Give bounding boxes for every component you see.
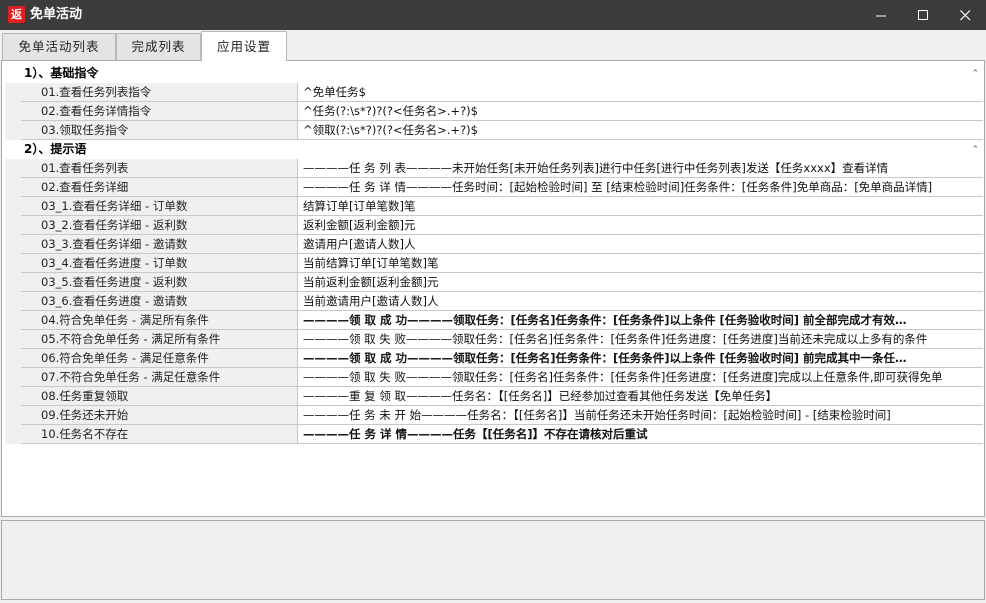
property-name[interactable]: 07.不符合免单任务 - 满足任意条件 xyxy=(21,368,298,387)
property-row[interactable]: 06.符合免单任务 - 满足任意条件 ————领 取 成 功————领取任务：[任… xyxy=(5,349,983,368)
row-gutter xyxy=(5,254,21,273)
property-row[interactable]: 03_4.查看任务进度 - 订单数 当前结算订单[订单笔数]笔 xyxy=(5,254,983,273)
property-row[interactable]: 03_3.查看任务详细 - 邀请数 邀请用户[邀请人数]人 xyxy=(5,235,983,254)
row-gutter xyxy=(5,83,21,102)
property-row[interactable]: 03_2.查看任务详细 - 返利数 返利金额[返利金额]元 xyxy=(5,216,983,235)
tab-strip: 免单活动列表 完成列表 应用设置 xyxy=(0,30,986,61)
property-value[interactable]: 结算订单[订单笔数]笔 xyxy=(298,197,983,216)
property-name[interactable]: 10.任务名不存在 xyxy=(21,425,298,444)
property-name[interactable]: 05.不符合免单任务 - 满足所有条件 xyxy=(21,330,298,349)
property-name[interactable]: 09.任务还未开始 xyxy=(21,406,298,425)
property-row[interactable]: 03_5.查看任务进度 - 返利数 当前返利金额[返利金额]元 xyxy=(5,273,983,292)
property-value[interactable]: ————领 取 失 败————领取任务：[任务名]任务条件：[任务条件]任务进度… xyxy=(298,330,983,349)
tab-activity-list[interactable]: 免单活动列表 xyxy=(2,33,116,60)
property-value[interactable]: ————任 务 列 表————未开始任务[未开始任务列表]进行中任务[进行中任务… xyxy=(298,159,983,178)
property-name[interactable]: 03_5.查看任务进度 - 返利数 xyxy=(21,273,298,292)
close-icon xyxy=(959,9,970,20)
property-row[interactable]: 04.符合免单任务 - 满足所有条件 ————领 取 成 功————领取任务：[任… xyxy=(5,311,983,330)
property-value[interactable]: ^领取(?:\s*?)?(?<任务名>.+?)$ xyxy=(298,121,983,140)
category-title: 1）、基础指令 xyxy=(24,66,99,80)
row-gutter xyxy=(5,235,21,254)
property-name[interactable]: 03_1.查看任务详细 - 订单数 xyxy=(21,197,298,216)
row-gutter xyxy=(5,330,21,349)
property-name[interactable]: 04.符合免单任务 - 满足所有条件 xyxy=(21,311,298,330)
row-gutter xyxy=(5,368,21,387)
property-value[interactable]: ^免单任务$ xyxy=(298,83,983,102)
property-value[interactable]: ^任务(?:\s*?)?(?<任务名>.+?)$ xyxy=(298,102,983,121)
property-grid-panel[interactable]: 1）、基础指令 ⌃ 01.查看任务列表指令 ^免单任务$ 02.查看任务详情指令 ^任务(… xyxy=(1,60,985,517)
row-gutter xyxy=(5,197,21,216)
row-gutter xyxy=(5,273,21,292)
property-name[interactable]: 02.查看任务详情指令 xyxy=(21,102,298,121)
property-row[interactable]: 09.任务还未开始 ————任 务 未 开 始————任务名：【[任务名]】当前任… xyxy=(5,406,983,425)
app-icon: 返 xyxy=(8,6,25,23)
maximize-icon xyxy=(917,9,928,20)
property-value[interactable]: ————任 务 详 情————任务【[任务名]】不存在请核对后重试 xyxy=(298,425,983,444)
property-value[interactable]: 返利金额[返利金额]元 xyxy=(298,216,983,235)
row-gutter xyxy=(5,387,21,406)
row-gutter xyxy=(5,292,21,311)
row-gutter xyxy=(5,216,21,235)
row-gutter xyxy=(5,311,21,330)
property-value[interactable]: ————领 取 成 功————领取任务：[任务名]任务条件：[任务条件]以上条件… xyxy=(298,311,983,330)
property-value[interactable]: ————领 取 成 功————领取任务：[任务名]任务条件：[任务条件]以上条件… xyxy=(298,349,983,368)
property-row[interactable]: 03_6.查看任务进度 - 邀请数 当前邀请用户[邀请人数]人 xyxy=(5,292,983,311)
property-value[interactable]: ————任 务 详 情————任务时间：[起始检验时间] 至 [结束检验时间]任… xyxy=(298,178,983,197)
property-name[interactable]: 08.任务重复领取 xyxy=(21,387,298,406)
property-row[interactable]: 08.任务重复领取 ————重 复 领 取————任务名：【[任务名]】已经参加过… xyxy=(5,387,983,406)
property-row[interactable]: 10.任务名不存在 ————任 务 详 情————任务【[任务名]】不存在请核对后… xyxy=(5,425,983,444)
property-row[interactable]: 02.查看任务详细 ————任 务 详 情————任务时间：[起始检验时间] 至 … xyxy=(5,178,983,197)
property-row[interactable]: 03.领取任务指令 ^领取(?:\s*?)?(?<任务名>.+?)$ xyxy=(5,121,983,140)
property-value[interactable]: 当前结算订单[订单笔数]笔 xyxy=(298,254,983,273)
row-gutter xyxy=(5,425,21,444)
category-header[interactable]: 2）、提示语 ⌃ xyxy=(5,140,983,159)
property-name[interactable]: 03_4.查看任务进度 - 订单数 xyxy=(21,254,298,273)
row-gutter xyxy=(5,349,21,368)
property-value[interactable]: ————领 取 失 败————领取任务：[任务名]任务条件：[任务条件]任务进度… xyxy=(298,368,983,387)
category-title: 2）、提示语 xyxy=(24,142,87,156)
property-value[interactable]: ————任 务 未 开 始————任务名：【[任务名]】当前任务还未开始任务时间… xyxy=(298,406,983,425)
row-gutter xyxy=(5,178,21,197)
collapse-icon[interactable]: ⌃ xyxy=(971,65,979,84)
property-grid: 1）、基础指令 ⌃ 01.查看任务列表指令 ^免单任务$ 02.查看任务详情指令 ^任务(… xyxy=(5,64,983,444)
close-button[interactable] xyxy=(944,0,986,30)
row-gutter xyxy=(5,159,21,178)
property-row[interactable]: 05.不符合免单任务 - 满足所有条件 ————领 取 失 败————领取任务：[… xyxy=(5,330,983,349)
tab-completed-list[interactable]: 完成列表 xyxy=(116,33,201,60)
row-gutter xyxy=(5,121,21,140)
property-value[interactable]: 邀请用户[邀请人数]人 xyxy=(298,235,983,254)
window-title: 免单活动 xyxy=(30,7,83,22)
property-name[interactable]: 01.查看任务列表指令 xyxy=(21,83,298,102)
description-panel xyxy=(1,520,985,600)
property-row[interactable]: 02.查看任务详情指令 ^任务(?:\s*?)?(?<任务名>.+?)$ xyxy=(5,102,983,121)
property-name[interactable]: 06.符合免单任务 - 满足任意条件 xyxy=(21,349,298,368)
property-row[interactable]: 03_1.查看任务详细 - 订单数 结算订单[订单笔数]笔 xyxy=(5,197,983,216)
row-gutter xyxy=(5,102,21,121)
property-value[interactable]: 当前邀请用户[邀请人数]人 xyxy=(298,292,983,311)
property-name[interactable]: 02.查看任务详细 xyxy=(21,178,298,197)
property-value[interactable]: 当前返利金额[返利金额]元 xyxy=(298,273,983,292)
minimize-button[interactable] xyxy=(860,0,902,30)
property-name[interactable]: 03_2.查看任务详细 - 返利数 xyxy=(21,216,298,235)
property-name[interactable]: 03.领取任务指令 xyxy=(21,121,298,140)
tab-app-settings[interactable]: 应用设置 xyxy=(201,31,287,61)
property-name[interactable]: 03_6.查看任务进度 - 邀请数 xyxy=(21,292,298,311)
property-value[interactable]: ————重 复 领 取————任务名：【[任务名]】已经参加过查看其他任务发送【… xyxy=(298,387,983,406)
category-header[interactable]: 1）、基础指令 ⌃ xyxy=(5,64,983,83)
property-row[interactable]: 07.不符合免单任务 - 满足任意条件 ————领 取 失 败————领取任务：[… xyxy=(5,368,983,387)
collapse-icon[interactable]: ⌃ xyxy=(971,141,979,160)
property-row[interactable]: 01.查看任务列表指令 ^免单任务$ xyxy=(5,83,983,102)
property-row[interactable]: 01.查看任务列表 ————任 务 列 表————未开始任务[未开始任务列表]进行… xyxy=(5,159,983,178)
row-gutter xyxy=(5,406,21,425)
minimize-icon xyxy=(875,15,886,16)
property-name[interactable]: 01.查看任务列表 xyxy=(21,159,298,178)
property-name[interactable]: 03_3.查看任务详细 - 邀请数 xyxy=(21,235,298,254)
maximize-button[interactable] xyxy=(902,0,944,30)
title-bar: 返 免单活动 xyxy=(0,0,986,30)
